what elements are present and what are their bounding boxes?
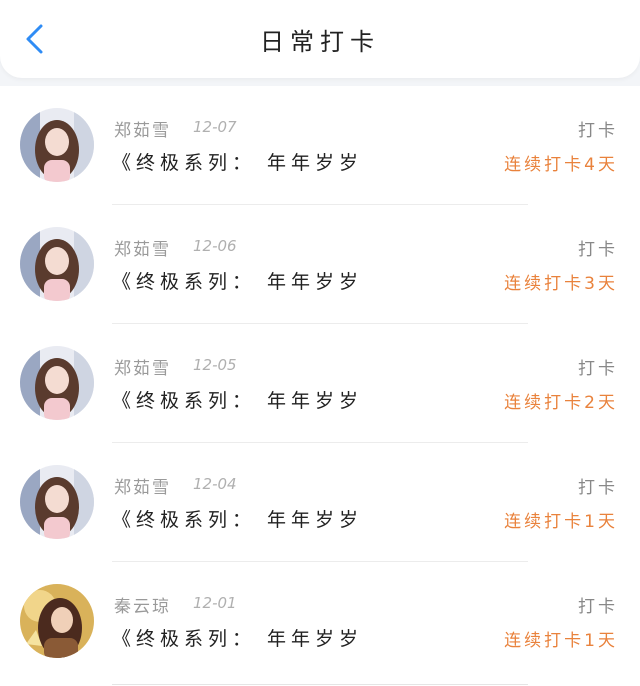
page-title: 日常打卡: [260, 28, 380, 56]
streak-label: 连续打卡2天: [504, 393, 618, 413]
list-item[interactable]: 郑茹雪 12-04 《终极系列： 年年岁岁 打卡 连续打卡1天: [0, 443, 640, 562]
streak-label: 连续打卡4天: [504, 155, 618, 175]
book-title: 《终极系列： 年年岁岁: [112, 509, 364, 531]
list-item[interactable]: 郑茹雪 12-07 《终极系列： 年年岁岁 打卡 连续打卡4天: [0, 86, 640, 205]
user-name: 郑茹雪: [114, 478, 171, 498]
streak-label: 连续打卡3天: [504, 274, 618, 294]
book-title: 《终极系列： 年年岁岁: [112, 390, 364, 412]
user-name: 郑茹雪: [114, 240, 171, 260]
streak-label: 连续打卡1天: [504, 512, 618, 532]
checkin-type: 打卡: [578, 359, 618, 379]
avatar[interactable]: [20, 227, 94, 301]
checkin-date: 12-05: [193, 356, 237, 374]
user-name: 秦云琼: [114, 597, 171, 617]
divider: [112, 684, 528, 685]
user-name: 郑茹雪: [114, 121, 171, 141]
checkin-list: 郑茹雪 12-07 《终极系列： 年年岁岁 打卡 连续打卡4天 郑茹雪 12-0…: [0, 86, 640, 686]
checkin-date: 12-01: [193, 594, 237, 612]
checkin-date: 12-04: [193, 475, 237, 493]
user-name: 郑茹雪: [114, 359, 171, 379]
avatar[interactable]: [20, 584, 94, 658]
checkin-type: 打卡: [578, 121, 618, 141]
checkin-type: 打卡: [578, 240, 618, 260]
checkin-type: 打卡: [578, 478, 618, 498]
avatar[interactable]: [20, 346, 94, 420]
list-item[interactable]: 郑茹雪 12-06 《终极系列： 年年岁岁 打卡 连续打卡3天: [0, 205, 640, 324]
book-title: 《终极系列： 年年岁岁: [112, 628, 364, 650]
header-bar: 日常打卡: [0, 0, 640, 78]
checkin-date: 12-06: [193, 237, 237, 255]
checkin-type: 打卡: [578, 597, 618, 617]
streak-label: 连续打卡1天: [504, 631, 618, 651]
checkin-date: 12-07: [193, 118, 237, 136]
list-item[interactable]: 秦云琼 12-01 《终极系列： 年年岁岁 打卡 连续打卡1天: [0, 562, 640, 681]
list-item[interactable]: 郑茹雪 12-05 《终极系列： 年年岁岁 打卡 连续打卡2天: [0, 324, 640, 443]
avatar[interactable]: [20, 465, 94, 539]
book-title: 《终极系列： 年年岁岁: [112, 271, 364, 293]
avatar[interactable]: [20, 108, 94, 182]
book-title: 《终极系列： 年年岁岁: [112, 152, 364, 174]
